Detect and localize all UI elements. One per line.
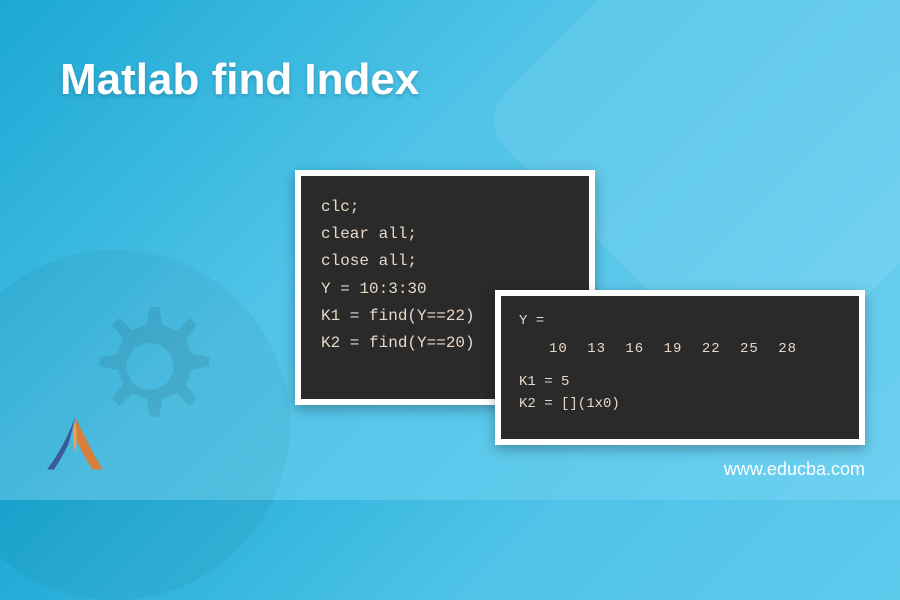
code-line: close all; <box>321 248 569 275</box>
output-line: K2 = [](1x0) <box>519 393 841 415</box>
output-line: K1 = 5 <box>519 371 841 393</box>
site-url: www.educba.com <box>724 459 865 480</box>
page-title: Matlab find Index <box>60 55 419 105</box>
code-line: clc; <box>321 194 569 221</box>
code-line: clear all; <box>321 221 569 248</box>
code-output-box: Y = 10 13 16 19 22 25 28 K1 = 5 K2 = [](… <box>495 290 865 445</box>
output-line: Y = <box>519 310 841 332</box>
matlab-logo-icon <box>40 410 110 480</box>
output-values: 10 13 16 19 22 25 28 <box>519 338 841 360</box>
